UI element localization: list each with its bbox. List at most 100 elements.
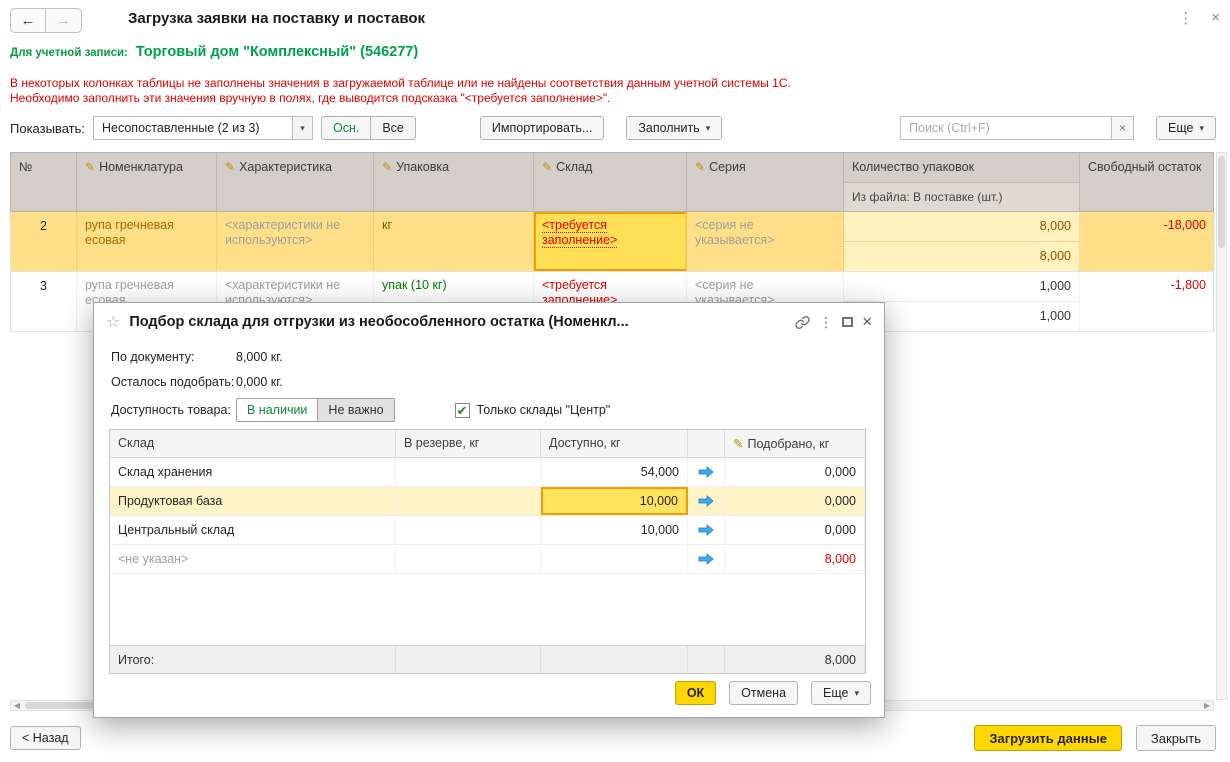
window-close-icon[interactable]: × xyxy=(1211,9,1220,27)
import-button[interactable]: Импортировать... xyxy=(480,116,604,140)
forward-icon: → xyxy=(56,12,71,29)
warning-line-2: Необходимо заполнить эти значения вручну… xyxy=(10,91,791,106)
dialog-close-icon[interactable]: × xyxy=(862,312,872,332)
remaining-label: Осталось подобрать: xyxy=(111,375,236,389)
fill-button[interactable]: Заполнить▾ xyxy=(626,116,722,140)
account-label: Для учетной записи: xyxy=(10,47,128,59)
back-nav-button[interactable]: ← xyxy=(10,8,46,33)
more-button[interactable]: Еще▾ xyxy=(1156,116,1216,140)
pencil-icon: ✎ xyxy=(225,160,235,174)
quantity-from-file[interactable]: 1,000 xyxy=(844,272,1079,302)
in-stock-button[interactable]: В наличии xyxy=(237,399,317,421)
cell-reserve[interactable] xyxy=(396,458,541,486)
cell-quantity[interactable]: 8,000 8,000 xyxy=(844,212,1080,271)
cell-reserve[interactable] xyxy=(396,545,541,573)
column-header-package[interactable]: ✎Упаковка xyxy=(374,153,534,211)
cell-row-number[interactable]: 2 xyxy=(11,212,77,271)
chevron-down-icon: ▾ xyxy=(854,688,859,699)
chevron-down-icon: ▾ xyxy=(706,123,711,134)
cell-warehouse-required[interactable]: <требуется заполнение> xyxy=(534,212,687,271)
cell-warehouse-name[interactable]: Центральный склад xyxy=(110,516,396,544)
back-button[interactable]: < Назад xyxy=(10,726,81,750)
all-view-button[interactable]: Все xyxy=(371,116,416,140)
column-header-reserve[interactable]: В резерве, кг xyxy=(396,430,541,457)
cell-free-balance[interactable]: -18,000 xyxy=(1080,212,1215,271)
not-important-button[interactable]: Не важно xyxy=(317,399,393,421)
column-header-pick-arrow[interactable] xyxy=(688,430,725,457)
vertical-scrollbar[interactable] xyxy=(1216,152,1227,700)
vertical-scrollbar-thumb[interactable] xyxy=(1218,156,1225,248)
column-header-quantity[interactable]: Количество упаковок Из файла: В поставке… xyxy=(844,153,1080,211)
quantity-from-file[interactable]: 8,000 xyxy=(844,212,1079,242)
filter-dropdown-button[interactable]: ▾ xyxy=(292,117,312,139)
cancel-button[interactable]: Отмена xyxy=(729,681,798,705)
center-warehouses-checkbox[interactable]: ✔ Только склады "Центр" xyxy=(455,403,611,418)
search-clear-button[interactable]: × xyxy=(1112,116,1134,140)
pick-arrow-icon[interactable] xyxy=(688,516,725,544)
pick-arrow-icon[interactable] xyxy=(688,487,725,515)
pick-arrow-icon[interactable] xyxy=(688,545,725,573)
cell-reserve[interactable] xyxy=(396,487,541,515)
column-header-number[interactable]: № xyxy=(11,153,77,211)
dialog-maximize-icon[interactable] xyxy=(842,317,853,327)
column-header-free-balance[interactable]: Свободный остаток xyxy=(1080,153,1215,211)
cell-selected[interactable]: 0,000 xyxy=(725,458,865,486)
cell-row-number[interactable]: 3 xyxy=(11,272,77,331)
column-header-series[interactable]: ✎Серия xyxy=(687,153,844,211)
warehouse-row[interactable]: Склад хранения 54,000 0,000 xyxy=(110,458,865,487)
cell-series[interactable]: <серия не указывается> xyxy=(687,212,844,271)
table-empty-area xyxy=(110,574,865,645)
back-icon: ← xyxy=(21,12,36,29)
dialog-menu-icon[interactable]: ⋮ xyxy=(819,314,833,331)
cell-available[interactable]: 10,000 xyxy=(541,516,688,544)
forward-nav-button[interactable]: → xyxy=(46,8,82,33)
by-document-value: 8,000 кг. xyxy=(236,350,283,364)
column-header-characteristic[interactable]: ✎Характеристика xyxy=(217,153,374,211)
quantity-in-supply[interactable]: 8,000 xyxy=(844,242,1079,271)
dialog-titlebar[interactable]: ☆ Подбор склада для отгрузки из необособ… xyxy=(94,303,884,341)
favorite-star-icon[interactable]: ☆ xyxy=(106,312,120,332)
warehouse-row[interactable]: <не указан> 8,000 xyxy=(110,545,865,574)
filter-combobox[interactable]: Несопоставленные (2 из 3) ▾ xyxy=(93,116,313,140)
column-header-warehouse[interactable]: ✎Склад xyxy=(534,153,687,211)
main-view-button[interactable]: Осн. xyxy=(321,116,371,140)
cell-characteristic[interactable]: <характеристики не используются> xyxy=(217,212,374,271)
cell-reserve[interactable] xyxy=(396,516,541,544)
cell-available-selected[interactable]: 10,000 xyxy=(541,487,688,515)
cell-selected[interactable]: 0,000 xyxy=(725,487,865,515)
cell-free-balance[interactable]: -1,800 xyxy=(1080,272,1215,331)
pencil-icon: ✎ xyxy=(382,160,392,174)
cell-selected[interactable]: 0,000 xyxy=(725,516,865,544)
pencil-icon: ✎ xyxy=(85,160,95,174)
scroll-right-icon[interactable]: ▶ xyxy=(1201,701,1213,710)
warehouse-row[interactable]: Продуктовая база 10,000 0,000 xyxy=(110,487,865,516)
cell-warehouse-name[interactable]: Продуктовая база xyxy=(110,487,396,515)
cell-nomenclature[interactable]: рупа гречневая есовая xyxy=(77,212,217,271)
cell-package[interactable]: кг xyxy=(374,212,534,271)
search-input[interactable] xyxy=(900,116,1112,140)
warehouse-row[interactable]: Центральный склад 10,000 0,000 xyxy=(110,516,865,545)
total-label: Итого: xyxy=(110,646,396,673)
scroll-left-icon[interactable]: ◀ xyxy=(11,701,23,710)
cell-warehouse-name[interactable]: <не указан> xyxy=(110,545,396,573)
cell-available[interactable]: 54,000 xyxy=(541,458,688,486)
cell-selected[interactable]: 8,000 xyxy=(725,545,865,573)
table-row[interactable]: 2 рупа гречневая есовая <характеристики … xyxy=(10,212,1214,272)
ok-button[interactable]: ОК xyxy=(675,681,716,705)
column-header-warehouse[interactable]: Склад xyxy=(110,430,396,457)
pick-arrow-icon[interactable] xyxy=(688,458,725,486)
load-data-button[interactable]: Загрузить данные xyxy=(974,725,1122,751)
close-button[interactable]: Закрыть xyxy=(1136,725,1216,751)
column-header-available[interactable]: Доступно, кг xyxy=(541,430,688,457)
warehouse-table: Склад В резерве, кг Доступно, кг ✎Подобр… xyxy=(109,429,866,674)
window-menu-icon[interactable]: ⋮ xyxy=(1178,9,1193,27)
filter-value[interactable]: Несопоставленные (2 из 3) xyxy=(94,117,292,139)
column-header-nomenclature[interactable]: ✎Номенклатура xyxy=(77,153,217,211)
get-link-icon[interactable] xyxy=(795,315,810,330)
remaining-value: 0,000 кг. xyxy=(236,375,283,389)
cell-warehouse-name[interactable]: Склад хранения xyxy=(110,458,396,486)
cell-available[interactable] xyxy=(541,545,688,573)
column-header-selected[interactable]: ✎Подобрано, кг xyxy=(725,430,865,457)
dialog-more-button[interactable]: Еще▾ xyxy=(811,681,871,705)
chevron-down-icon: ▾ xyxy=(1199,123,1204,134)
